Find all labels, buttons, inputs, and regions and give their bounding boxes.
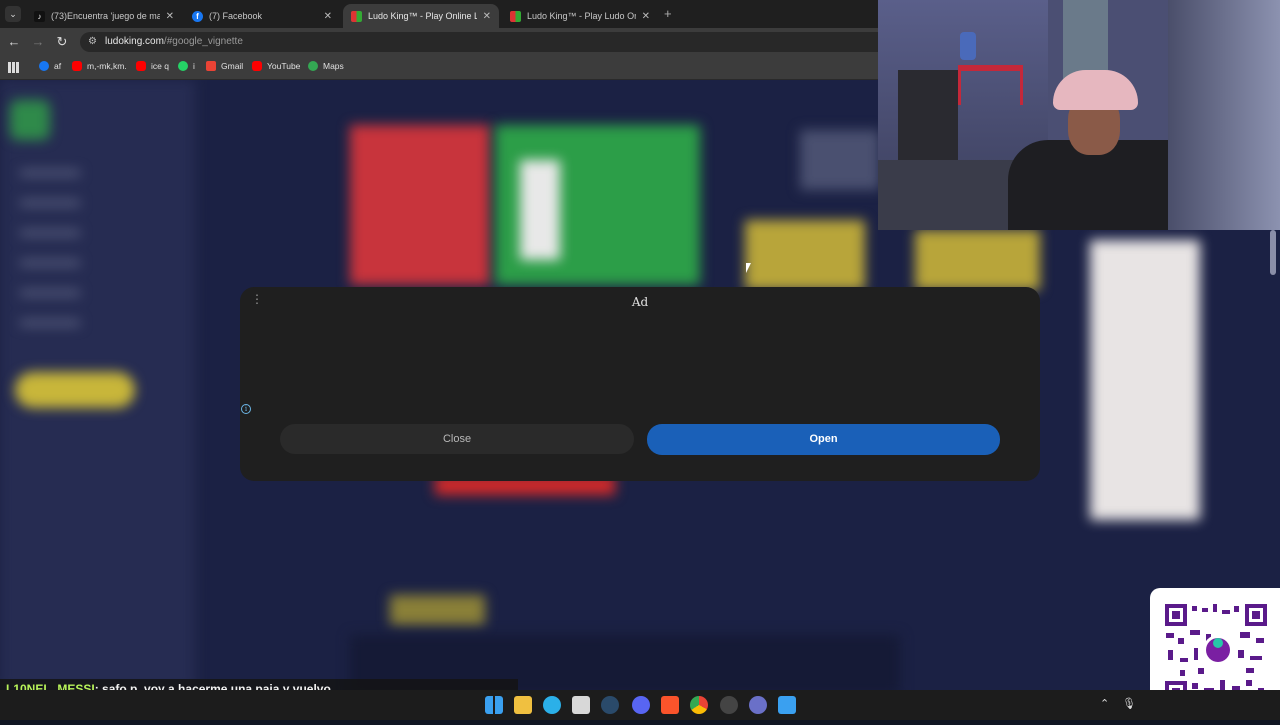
brave-icon[interactable] bbox=[661, 696, 679, 714]
discord-icon[interactable] bbox=[632, 696, 650, 714]
store-icon[interactable] bbox=[572, 696, 590, 714]
mouse-cursor bbox=[746, 263, 751, 273]
ad-info-icon[interactable]: i bbox=[241, 404, 251, 414]
card-2-blurred bbox=[915, 230, 1040, 290]
tab-list-chevron-icon[interactable]: ⌄ bbox=[5, 6, 21, 22]
chrome-icon[interactable] bbox=[690, 696, 708, 714]
tray-chevron-up-icon[interactable]: ⌃ bbox=[1100, 697, 1109, 710]
tab-tiktok[interactable]: ♪ (73)Encuentra 'juego de magia ✕ bbox=[26, 4, 182, 28]
close-tab-icon[interactable]: ✕ bbox=[642, 11, 650, 22]
red-table bbox=[958, 65, 1023, 105]
url-text: ludoking.com/#google_vignette bbox=[105, 36, 243, 47]
bookmark-youtube[interactable]: YouTube bbox=[252, 61, 300, 71]
bookmark-mk[interactable]: m,-mk,km. bbox=[72, 61, 127, 71]
sidebar-menu-blurred bbox=[20, 170, 80, 330]
ludo-icon bbox=[510, 10, 521, 22]
right-wall bbox=[1168, 0, 1280, 230]
bookmark-label: Gmail bbox=[221, 61, 244, 71]
vignette-ad-dialog: ⋮ Ad i Close Open bbox=[240, 287, 1040, 481]
maps-icon bbox=[308, 61, 318, 71]
card-1-blurred bbox=[745, 220, 865, 290]
tab-title: (73)Encuentra 'juego de magia bbox=[51, 11, 160, 21]
close-tab-icon[interactable]: ✕ bbox=[166, 11, 174, 22]
tab-title: Ludo King™ - Play Ludo Online bbox=[527, 11, 636, 21]
gmail-icon bbox=[206, 61, 216, 71]
site-info-icon[interactable]: ⚙ bbox=[88, 36, 97, 47]
close-tab-icon[interactable]: ✕ bbox=[324, 11, 332, 22]
safari-like-icon[interactable] bbox=[778, 696, 796, 714]
ad-open-button[interactable]: Open bbox=[647, 424, 1000, 455]
tab-facebook[interactable]: f (7) Facebook ✕ bbox=[184, 4, 340, 28]
bookmark-label: m,-mk,km. bbox=[87, 61, 127, 71]
bookmark-af[interactable]: af bbox=[39, 61, 61, 71]
sidebar-button-blurred bbox=[15, 372, 135, 408]
youtube-icon bbox=[72, 61, 82, 71]
scrollbar[interactable] bbox=[1270, 230, 1276, 275]
reload-icon[interactable]: ↻ bbox=[54, 34, 70, 50]
bookmark-label: ice q bbox=[151, 61, 169, 71]
bookmark-ice-q[interactable]: ice q bbox=[136, 61, 169, 71]
close-tab-icon[interactable]: ✕ bbox=[483, 11, 491, 22]
url-path: /#google_vignette bbox=[163, 36, 243, 47]
steam-icon[interactable] bbox=[601, 696, 619, 714]
right-list-blurred bbox=[1090, 240, 1200, 520]
url-domain: ludoking.com bbox=[105, 36, 164, 47]
tab-title: (7) Facebook bbox=[209, 11, 263, 21]
board-red-blurred bbox=[350, 125, 490, 285]
back-arrow-icon[interactable]: ← bbox=[6, 34, 22, 50]
windows-start-icon[interactable] bbox=[485, 696, 503, 714]
youtube-icon bbox=[136, 61, 146, 71]
board-center-blurred bbox=[520, 160, 560, 260]
windows-taskbar: ⌃ 🎙 bbox=[0, 690, 1280, 720]
bookmark-gmail[interactable]: Gmail bbox=[206, 61, 243, 71]
tiktok-icon: ♪ bbox=[34, 10, 45, 22]
logo-blurred bbox=[10, 100, 50, 140]
bottom-button-blurred bbox=[390, 595, 485, 625]
header-text-blurred bbox=[800, 130, 880, 190]
bookmark-i[interactable]: i bbox=[178, 61, 195, 71]
bookmark-maps[interactable]: Maps bbox=[308, 61, 344, 71]
whatsapp-icon bbox=[178, 61, 188, 71]
bookmark-label: Maps bbox=[323, 61, 344, 71]
bookmark-label: af bbox=[54, 61, 62, 71]
shelf-dark bbox=[898, 70, 958, 160]
app-icon[interactable] bbox=[720, 696, 738, 714]
ludo-icon bbox=[351, 10, 362, 22]
tab-title: Ludo King™ - Play Online Ludo bbox=[368, 11, 477, 21]
facebook-icon: f bbox=[192, 10, 203, 22]
microphone-icon[interactable]: 🎙 bbox=[1122, 697, 1136, 710]
webcam-overlay bbox=[878, 0, 1280, 230]
water-jug bbox=[960, 32, 976, 60]
tab-ludo-king-active[interactable]: Ludo King™ - Play Online Ludo ✕ bbox=[343, 4, 499, 28]
ad-close-button[interactable]: Close bbox=[280, 424, 634, 454]
youtube-icon bbox=[252, 61, 262, 71]
bookmark-label: YouTube bbox=[267, 61, 301, 71]
tab-ludo-king[interactable]: Ludo King™ - Play Ludo Online ✕ bbox=[502, 4, 658, 28]
game-app-icon[interactable] bbox=[749, 696, 767, 714]
edge-icon[interactable] bbox=[543, 696, 561, 714]
apps-grid-icon[interactable] bbox=[8, 62, 19, 73]
new-tab-button[interactable]: + bbox=[664, 6, 672, 21]
file-explorer-icon[interactable] bbox=[514, 696, 532, 714]
ad-label: Ad bbox=[631, 295, 649, 309]
facebook-icon bbox=[39, 61, 49, 71]
bookmark-label: i bbox=[193, 61, 195, 71]
forward-arrow-icon[interactable]: → bbox=[30, 34, 46, 50]
person-cap bbox=[1053, 70, 1138, 110]
